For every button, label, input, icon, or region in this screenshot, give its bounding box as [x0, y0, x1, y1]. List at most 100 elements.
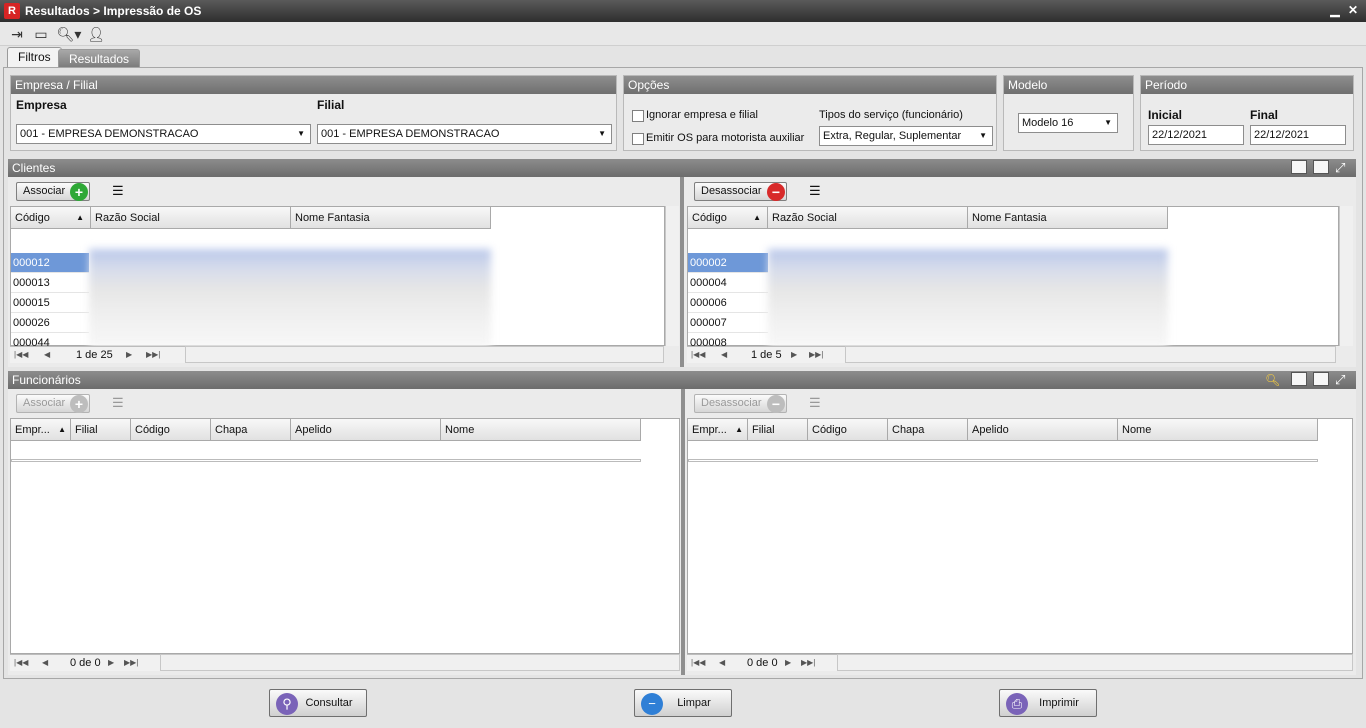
column-header[interactable]: Apelido [291, 419, 441, 441]
filial-value: 001 - EMPRESA DEMONSTRACAO [321, 128, 500, 140]
prev-page-icon[interactable]: ◀ [44, 347, 50, 363]
pager-text: 1 de 5 [751, 349, 782, 361]
column-header[interactable]: Filial [748, 419, 808, 441]
last-page-icon[interactable]: ▶▶| [809, 347, 823, 363]
search-icon[interactable]: 🔍︎ [1265, 372, 1281, 388]
prev-page-icon[interactable]: ◀ [42, 655, 48, 671]
disassociate-all-icon[interactable]: ☰ [809, 183, 827, 199]
desassociar-button[interactable]: Desassociar − [694, 182, 787, 201]
inicial-date-input[interactable]: 22/12/2021 [1148, 125, 1244, 145]
column-header[interactable]: Empr... ▲ [688, 419, 748, 441]
table-row[interactable]: 000002 [688, 253, 768, 273]
column-header[interactable]: Nome Fantasia [968, 207, 1168, 229]
first-page-icon[interactable]: |◀◀ [14, 347, 28, 363]
search-dropdown-icon[interactable]: 🔍︎▾ [56, 25, 82, 43]
column-header[interactable]: Filial [71, 419, 131, 441]
table-row[interactable]: 000015 [11, 293, 89, 313]
last-page-icon[interactable]: ▶▶| [124, 655, 138, 671]
vertical-scrollbar[interactable] [1339, 206, 1353, 346]
column-header[interactable]: Código ▲ [688, 207, 768, 229]
last-page-icon[interactable]: ▶▶| [146, 347, 160, 363]
column-header[interactable]: Empr... ▲ [11, 419, 71, 441]
funcionarios-splitter[interactable] [681, 389, 685, 675]
exit-icon[interactable]: ⇥ [8, 25, 26, 43]
horizontal-scrollbar[interactable] [160, 654, 680, 671]
prev-page-icon[interactable]: ◀ [721, 347, 727, 363]
column-header[interactable]: Nome Fantasia [291, 207, 491, 229]
table-row[interactable]: 000012 [11, 253, 89, 273]
imprimir-button[interactable]: ⎙ Imprimir [999, 689, 1097, 717]
associar-label: Associar [23, 185, 66, 197]
close-icon[interactable]: ✕ [1346, 3, 1360, 17]
filial-select[interactable]: 001 - EMPRESA DEMONSTRACAO ▼ [317, 124, 612, 144]
column-header[interactable]: Apelido [968, 419, 1118, 441]
calendar-view-icon[interactable] [1313, 160, 1329, 174]
column-header[interactable]: Código ▲ [11, 207, 91, 229]
expand-icon[interactable]: ⤢ [1335, 372, 1351, 388]
final-date-input[interactable]: 22/12/2021 [1250, 125, 1346, 145]
consultar-button[interactable]: ⚲ Consultar [269, 689, 367, 717]
expand-icon[interactable]: ⤢ [1335, 160, 1351, 176]
periodo-group: Período Inicial Final 22/12/2021 22/12/2… [1140, 75, 1354, 151]
table-row[interactable]: 000007 [688, 313, 768, 333]
user-icon[interactable]: 👤︎ [87, 25, 105, 43]
tab-resultados[interactable]: Resultados [58, 49, 141, 68]
column-header[interactable]: Chapa [211, 419, 291, 441]
tipos-select[interactable]: Extra, Regular, Suplementar ▼ [819, 126, 993, 146]
calendar-view-icon[interactable] [1313, 372, 1329, 386]
vertical-scrollbar[interactable] [665, 206, 679, 346]
table-row[interactable]: 000044 [11, 333, 89, 347]
first-page-icon[interactable]: |◀◀ [14, 655, 28, 671]
column-header[interactable]: Nome [1118, 419, 1318, 441]
column-header[interactable]: Razão Social [91, 207, 291, 229]
column-header[interactable]: Razão Social [768, 207, 968, 229]
next-page-icon[interactable]: ▶ [791, 347, 797, 363]
ignorar-checkbox[interactable] [632, 110, 644, 122]
last-page-icon[interactable]: ▶▶| [801, 655, 815, 671]
table-row[interactable]: 000026 [11, 313, 89, 333]
column-header[interactable]: Código [808, 419, 888, 441]
column-header[interactable]: Código [131, 419, 211, 441]
associar-button[interactable]: Associar + [16, 394, 90, 413]
next-page-icon[interactable]: ▶ [108, 655, 114, 671]
column-header[interactable]: Chapa [888, 419, 968, 441]
table-row[interactable]: 000004 [688, 273, 768, 293]
empresa-select[interactable]: 001 - EMPRESA DEMONSTRACAO ▼ [16, 124, 311, 144]
pager: |◀◀ ◀ 1 de 5 ▶ ▶▶| [687, 346, 845, 363]
clientes-title: Clientes [12, 161, 56, 175]
table-row[interactable]: 000008 [688, 333, 768, 347]
table-row[interactable]: 000013 [11, 273, 89, 293]
tipos-value: Extra, Regular, Suplementar [823, 130, 962, 142]
message-icon[interactable]: ▭ [32, 25, 50, 43]
column-header[interactable]: Nome [441, 419, 641, 441]
associate-all-icon[interactable]: ☰ [112, 395, 130, 411]
list-view-icon[interactable] [1291, 160, 1307, 174]
emitir-checkbox[interactable] [632, 133, 644, 145]
horizontal-scrollbar[interactable] [845, 346, 1336, 363]
associar-button[interactable]: Associar + [16, 182, 90, 201]
desassociar-button[interactable]: Desassociar − [694, 394, 787, 413]
next-page-icon[interactable]: ▶ [785, 655, 791, 671]
horizontal-scrollbar[interactable] [837, 654, 1353, 671]
disassociate-all-icon[interactable]: ☰ [809, 395, 827, 411]
modelo-select[interactable]: Modelo 16 ▼ [1018, 113, 1118, 133]
first-page-icon[interactable]: |◀◀ [691, 347, 705, 363]
column-label: Empr... [15, 424, 50, 436]
horizontal-scrollbar[interactable] [185, 346, 664, 363]
tab-filtros[interactable]: Filtros [7, 47, 62, 68]
next-page-icon[interactable]: ▶ [126, 347, 132, 363]
list-view-icon[interactable] [1291, 372, 1307, 386]
tipos-label: Tipos do serviço (funcionário) [819, 109, 963, 121]
sort-up-icon: ▲ [76, 213, 84, 222]
group-header: Período [1141, 76, 1353, 94]
limpar-button[interactable]: − Limpar [634, 689, 732, 717]
first-page-icon[interactable]: |◀◀ [691, 655, 705, 671]
column-label: Empr... [692, 424, 727, 436]
desassociar-label: Desassociar [701, 397, 762, 409]
prev-page-icon[interactable]: ◀ [719, 655, 725, 671]
minimize-icon[interactable]: ▁ [1328, 3, 1342, 17]
table-row[interactable]: 000006 [688, 293, 768, 313]
empty-row-divider [11, 459, 641, 462]
associate-all-icon[interactable]: ☰ [112, 183, 130, 199]
clientes-splitter[interactable] [680, 177, 684, 367]
